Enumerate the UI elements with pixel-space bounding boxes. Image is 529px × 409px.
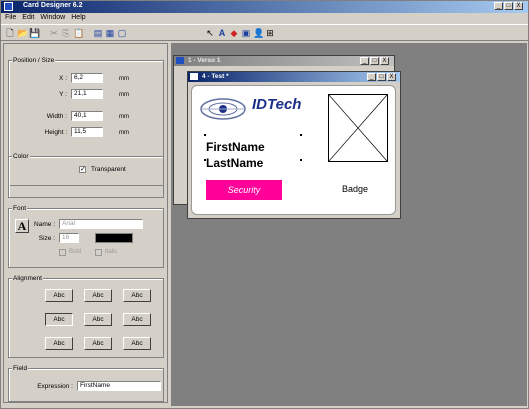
x-input[interactable]: 6,2 (71, 73, 103, 83)
font-name-label: Name : (34, 221, 55, 228)
test-window-icon (190, 73, 198, 80)
bold-checkbox[interactable] (59, 249, 66, 256)
width-label: Width : (46, 113, 67, 120)
test-maximize-button[interactable]: □ (377, 73, 386, 81)
alignment-legend: Alignment (12, 275, 43, 282)
height-unit: mm (119, 130, 129, 136)
x-label: X : (59, 75, 67, 82)
x-unit: mm (119, 76, 129, 82)
height-input[interactable]: 11,5 (71, 127, 103, 137)
color-group: Color ✓ Transparent (8, 153, 164, 198)
font-name-input[interactable]: Arial (59, 219, 143, 229)
barcode-tool-icon[interactable]: ⊞ (265, 28, 275, 38)
color-legend: Color (12, 153, 30, 160)
transparent-checkbox[interactable]: ✓ (79, 166, 86, 173)
image-tool-icon[interactable]: ▣ (241, 28, 251, 38)
properties-panel: Position / Size X : 6,2 mm Y : 21,1 mm W… (3, 43, 168, 403)
font-group: Font A Name : Arial Size : 16 Bold Itali… (8, 205, 164, 268)
test-close-button[interactable]: X (387, 73, 396, 81)
width-input[interactable]: 40,1 (71, 111, 103, 121)
copy-icon[interactable]: ⎘ (61, 28, 71, 38)
frame-icon[interactable]: ▢ (117, 28, 127, 38)
person-tool-icon[interactable]: 👤 (253, 28, 264, 38)
align-bottom-center[interactable]: Abc (84, 337, 112, 350)
test-minimize-button[interactable]: _ (367, 73, 376, 81)
id-card-canvas[interactable]: IDTech FirstName LastName Security Badge (191, 85, 396, 215)
transparent-label: Transparent (91, 166, 126, 173)
photo-placeholder-cross-icon (328, 94, 388, 162)
align-bottom-left[interactable]: Abc (45, 337, 73, 350)
app-icon (4, 2, 13, 11)
badge-label[interactable]: Badge (342, 184, 368, 194)
cut-icon[interactable]: ✂ (49, 28, 59, 38)
verso-title: 1 - Verso 1 (188, 57, 221, 64)
y-label: Y : (59, 91, 67, 98)
selection-handle[interactable] (300, 134, 302, 136)
title-bar[interactable]: Card Designer 6.2 _ □ X (1, 1, 528, 13)
test-window[interactable]: 4 - Test * _ □ X IDTech FirstName LastNa… (187, 71, 401, 219)
maximize-button[interactable]: □ (504, 2, 513, 10)
photo-placeholder[interactable] (328, 94, 388, 162)
y-unit: mm (119, 92, 129, 98)
alignment-group: Alignment Abc Abc Abc Abc Abc Abc Abc Ab… (8, 275, 164, 358)
shape-tool-icon[interactable]: ◆ (229, 28, 239, 38)
new-icon[interactable]: 🗋 (5, 28, 15, 38)
minimize-button[interactable]: _ (494, 2, 503, 10)
verso-minimize-button[interactable]: _ (360, 57, 369, 65)
y-input[interactable]: 21,1 (71, 89, 103, 99)
font-a-button[interactable]: A (15, 219, 29, 233)
field-legend: Field (12, 365, 29, 372)
pointer-icon[interactable]: ↖ (205, 28, 215, 38)
italic-label: Italic (105, 249, 118, 255)
font-size-label: Size : (38, 235, 55, 242)
field-group: Field Expression : FirstName (8, 365, 164, 402)
security-banner[interactable]: Security (206, 180, 282, 200)
app-window: Card Designer 6.2 _ □ X File Edit Window… (0, 0, 529, 409)
text-tool-icon[interactable]: A (217, 28, 227, 38)
expression-label: Expression : (37, 383, 73, 390)
menu-window[interactable]: Window (40, 13, 65, 23)
menu-help[interactable]: Help (71, 13, 85, 23)
idtech-logo-icon[interactable] (198, 96, 248, 122)
close-button[interactable]: X (514, 2, 523, 10)
italic-checkbox[interactable] (95, 249, 102, 256)
align-top-left[interactable]: Abc (45, 289, 73, 302)
font-color-swatch[interactable] (95, 233, 133, 243)
logo-text: IDTech (252, 96, 302, 113)
open-icon[interactable]: 📂 (17, 28, 28, 38)
height-label: Height : (44, 129, 67, 136)
selection-handle[interactable] (204, 134, 206, 136)
font-size-input[interactable]: 16 (59, 233, 79, 243)
align-middle-center[interactable]: Abc (84, 313, 112, 326)
menu-bar: File Edit Window Help (1, 13, 528, 23)
test-title: 4 - Test * (202, 73, 229, 80)
expression-input[interactable]: FirstName (77, 381, 161, 391)
verso-title-bar[interactable]: 1 - Verso 1 _ □ X (174, 56, 394, 66)
align-bottom-right[interactable]: Abc (123, 337, 151, 350)
verso-maximize-button[interactable]: □ (370, 57, 379, 65)
bold-label: Bold (69, 249, 82, 255)
menu-edit[interactable]: Edit (22, 13, 34, 23)
app-title: Card Designer 6.2 (23, 2, 83, 9)
width-unit: mm (119, 114, 129, 120)
align-middle-right[interactable]: Abc (123, 313, 151, 326)
test-title-bar[interactable]: 4 - Test * _ □ X (188, 72, 400, 82)
menu-file[interactable]: File (5, 13, 16, 23)
first-name-field[interactable]: FirstName (206, 140, 265, 154)
last-name-field[interactable]: LastName (206, 156, 263, 170)
verso-window-icon (176, 57, 184, 64)
layout-icon[interactable]: ▤ (93, 28, 103, 38)
paste-icon[interactable]: 📋 (73, 28, 84, 38)
align-top-right[interactable]: Abc (123, 289, 151, 302)
align-top-center[interactable]: Abc (84, 289, 112, 302)
toolbar: 🗋 📂 💾 ✂ ⎘ 📋 ▤ ▦ ▢ ↖ A ◆ ▣ 👤 ⊞ (1, 24, 528, 41)
font-legend: Font (12, 205, 28, 212)
align-middle-left[interactable]: Abc (45, 313, 73, 326)
selection-handle[interactable] (300, 159, 302, 161)
save-icon[interactable]: 💾 (29, 28, 40, 38)
verso-close-button[interactable]: X (380, 57, 389, 65)
position-size-legend: Position / Size (12, 57, 56, 64)
grid-icon[interactable]: ▦ (105, 28, 115, 38)
